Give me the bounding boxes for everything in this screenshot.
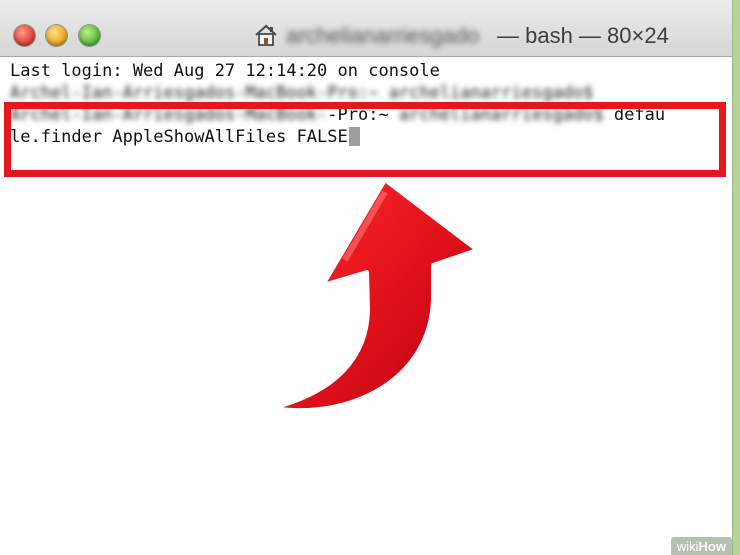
close-button[interactable] (14, 25, 35, 46)
curved-arrow-up-icon (271, 180, 479, 413)
title-bar[interactable]: archelianarriesgado — bash — 80×24 (0, 0, 732, 57)
watermark-brand: How (698, 539, 726, 554)
terminal-line-login: Last login: Wed Aug 27 12:14:20 on conso… (10, 61, 440, 81)
terminal-line-prompt: Archel-Ian-Arriesgados-MacBook-Pro:~ arc… (10, 83, 594, 103)
home-icon (255, 24, 277, 46)
minimize-button[interactable] (46, 25, 67, 46)
watermark-prefix: wiki (676, 539, 699, 554)
zoom-button[interactable] (79, 25, 100, 46)
window-title-user: archelianarriesgado (286, 23, 480, 48)
watermark: wikiHow (670, 537, 732, 555)
window-title: — bash — 80×24 (497, 23, 669, 48)
highlight-box (4, 102, 726, 177)
